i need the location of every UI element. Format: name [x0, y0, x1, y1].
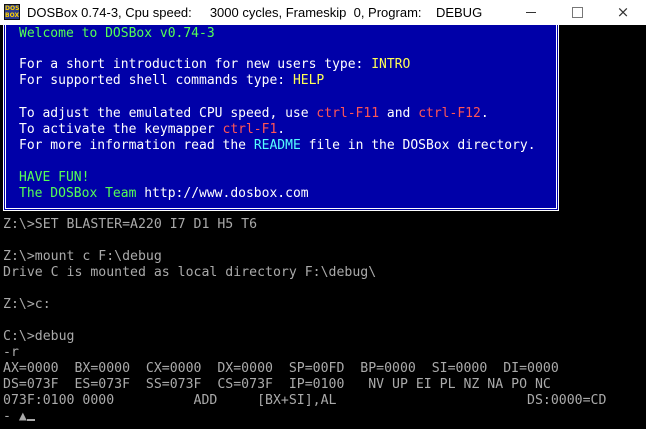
banner-cpu-key2: ctrl-F12 — [418, 106, 481, 121]
banner-readme: README — [253, 138, 301, 153]
console-line: 073F:0100 0000 ADD [BX+SI],AL DS:0000=CD — [3, 393, 607, 408]
banner-keymap-key: ctrl-F1 — [222, 122, 278, 137]
welcome-banner: Welcome to DOSBox v0.74-3 For a short in… — [3, 25, 559, 211]
banner-info-text: For more information read the — [19, 138, 254, 153]
banner-team-line: The DOSBox Team http://www.dosbox.com — [19, 186, 309, 202]
console-line: Z:\>SET BLASTER=A220 I7 D1 H5 T6 — [3, 217, 258, 232]
command-prompt[interactable]: - ▲ — [3, 409, 35, 425]
banner-intro-line: For a short introduction for new users t… — [19, 57, 410, 73]
banner-team-text: The DOSBox Team — [19, 186, 145, 201]
close-button[interactable]: × — [600, 0, 646, 25]
banner-info-suffix: file in the DOSBox directory. — [300, 138, 536, 153]
title-bar[interactable]: DOS BOX DOSBox 0.74-3, Cpu speed: 3000 c… — [0, 0, 646, 25]
banner-keymap-suffix: . — [277, 122, 286, 137]
console-line: AX=0000 BX=0000 CX=0000 DX=0000 SP=00FD … — [3, 361, 559, 376]
console-line: DS=073F ES=073F SS=073F CS=073F IP=0100 … — [3, 377, 551, 392]
banner-cpu-and: and — [379, 106, 419, 121]
banner-help-line: For supported shell commands type: HELP — [19, 73, 324, 89]
console-line: C:\>debug — [3, 329, 75, 344]
dosbox-icon-text: DOS BOX — [5, 5, 20, 19]
banner-keymap-line: To activate the keymapper ctrl-F1. — [19, 122, 285, 138]
banner-cpu-key1: ctrl-F11 — [316, 106, 380, 121]
console-line: Drive C is mounted as local directory F:… — [3, 265, 377, 280]
banner-welcome: Welcome to DOSBox v0.74-3 — [19, 26, 215, 41]
minimize-button[interactable] — [508, 0, 554, 25]
prompt-text: - ▲ — [3, 409, 27, 424]
dosbox-window: DOS BOX DOSBox 0.74-3, Cpu speed: 3000 c… — [0, 0, 646, 429]
dosbox-icon[interactable]: DOS BOX — [4, 4, 20, 20]
maximize-icon — [571, 7, 583, 18]
banner-keymap-text: To activate the keymapper — [19, 122, 223, 137]
window-title: DOSBox 0.74-3, Cpu speed: 3000 cycles, F… — [27, 5, 483, 20]
minimize-icon — [526, 12, 536, 13]
banner-info-line: For more information read the README fil… — [19, 138, 536, 154]
banner-cpu-suffix: . — [480, 106, 489, 121]
dos-console[interactable]: Welcome to DOSBox v0.74-3 For a short in… — [0, 25, 646, 429]
banner-have-fun: HAVE FUN! — [19, 170, 90, 185]
console-line: Z:\>mount c F:\debug — [3, 249, 162, 264]
console-line: Z:\>c: — [3, 297, 51, 312]
banner-cpu-line: To adjust the emulated CPU speed, use ct… — [19, 106, 489, 122]
banner-team-url: http://www.dosbox.com — [144, 186, 309, 201]
banner-help-text: For supported shell commands type: — [19, 73, 293, 88]
console-line: -r — [3, 345, 19, 360]
maximize-button[interactable] — [554, 0, 600, 25]
close-icon: × — [616, 3, 630, 21]
banner-intro-text: For a short introduction for new users t… — [19, 57, 372, 72]
text-cursor — [26, 419, 35, 421]
banner-help-cmd: HELP — [292, 73, 325, 88]
banner-cpu-text: To adjust the emulated CPU speed, use — [19, 106, 317, 121]
banner-intro-cmd: INTRO — [371, 57, 411, 72]
